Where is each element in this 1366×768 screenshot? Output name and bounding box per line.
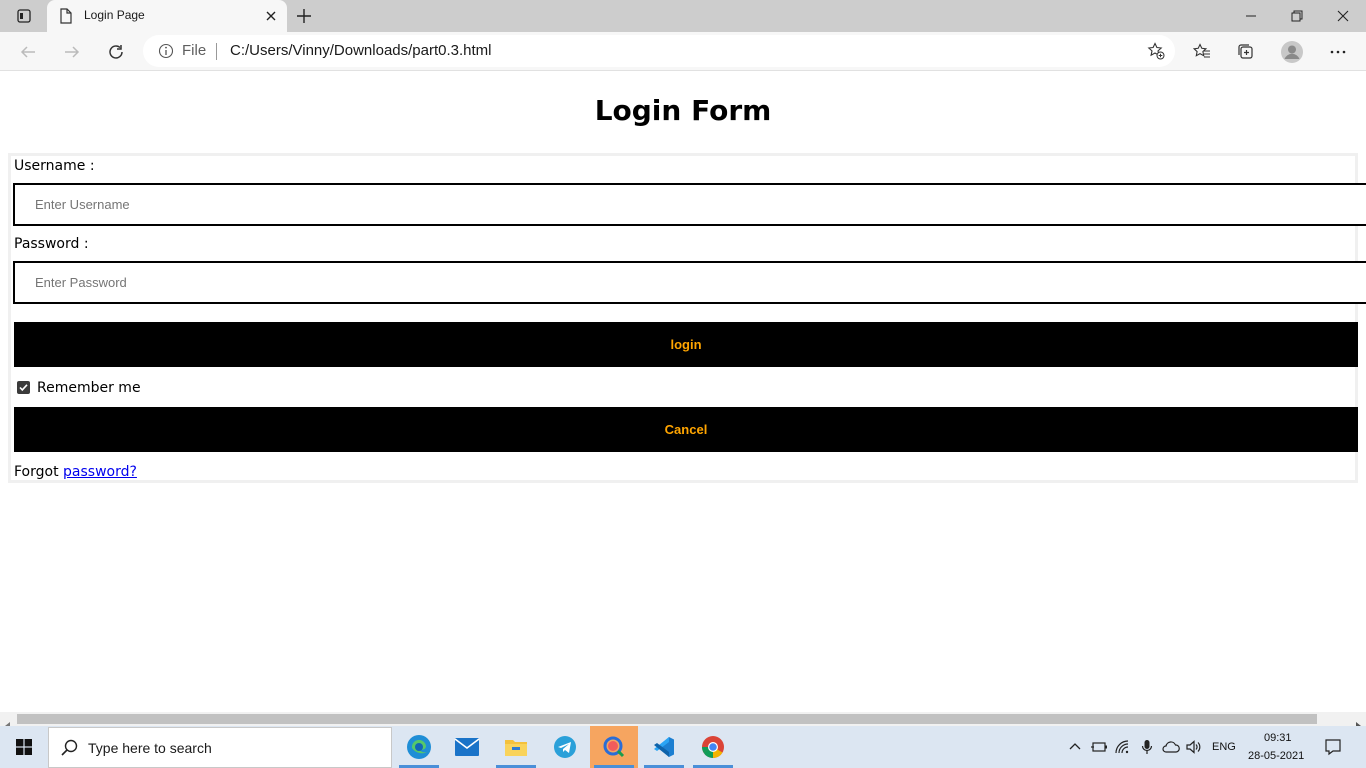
wifi-icon[interactable]	[1114, 738, 1132, 756]
restore-icon[interactable]	[1274, 0, 1320, 32]
search-icon	[61, 739, 79, 757]
input-language[interactable]: ENG	[1212, 741, 1236, 753]
file-explorer-icon[interactable]	[492, 726, 540, 768]
collections-icon[interactable]	[1234, 40, 1258, 64]
taskbar: Type here to search ENG 09:31 28-05-2021	[0, 726, 1366, 768]
cancel-button[interactable]: Cancel	[14, 407, 1358, 452]
browser-toolbar: File C:/Users/Vinny/Downloads/part0.3.ht…	[0, 32, 1366, 71]
tab-title: Login Page	[84, 8, 145, 22]
page-viewport: Login Form Username : Password : login R…	[0, 71, 1366, 712]
more-menu-icon[interactable]	[1326, 40, 1350, 64]
tab-strip: Login Page	[0, 0, 1366, 32]
password-label: Password :	[14, 236, 89, 252]
telegram-icon[interactable]	[541, 726, 589, 768]
browser-tab[interactable]: Login Page	[47, 0, 287, 32]
refresh-icon[interactable]	[104, 40, 128, 64]
page-icon	[59, 8, 73, 24]
forward-icon[interactable]	[60, 40, 84, 64]
add-favorite-icon[interactable]	[1147, 42, 1165, 60]
mail-icon[interactable]	[443, 726, 491, 768]
username-input[interactable]	[13, 183, 1366, 226]
remember-me-checkbox[interactable]	[17, 381, 30, 394]
chrome-icon[interactable]	[689, 726, 737, 768]
edge-icon[interactable]	[395, 726, 443, 768]
info-icon[interactable]	[158, 43, 174, 59]
horizontal-scrollbar[interactable]	[0, 712, 1366, 730]
search-placeholder: Type here to search	[88, 740, 212, 756]
close-tab-icon[interactable]	[263, 8, 279, 24]
forgot-password-link[interactable]: password?	[63, 464, 137, 480]
address-divider	[216, 43, 217, 60]
onedrive-icon[interactable]	[1162, 738, 1180, 756]
username-label: Username :	[14, 158, 95, 174]
back-icon[interactable]	[16, 40, 40, 64]
profile-avatar-icon[interactable]	[1280, 40, 1304, 64]
forgot-prefix: Forgot	[14, 464, 59, 480]
password-input[interactable]	[13, 261, 1366, 304]
scrollbar-thumb[interactable]	[17, 714, 1317, 724]
close-window-icon[interactable]	[1320, 0, 1366, 32]
show-hidden-icons-icon[interactable]	[1066, 738, 1084, 756]
scroll-right-icon[interactable]	[1354, 715, 1362, 730]
vscode-icon[interactable]	[640, 726, 688, 768]
snip-icon[interactable]	[590, 726, 638, 768]
url-text[interactable]: C:/Users/Vinny/Downloads/part0.3.html	[230, 42, 492, 59]
remember-me-label[interactable]: Remember me	[37, 380, 141, 396]
microphone-icon[interactable]	[1138, 738, 1156, 756]
clock-time[interactable]: 09:31	[1264, 732, 1292, 744]
taskbar-search[interactable]: Type here to search	[48, 727, 392, 768]
windows-start-icon[interactable]	[0, 726, 48, 768]
scheme-label: File	[182, 42, 207, 59]
forgot-password-text: Forgot password?	[14, 464, 137, 480]
notifications-icon[interactable]	[1324, 738, 1342, 756]
page-title: Login Form	[594, 94, 772, 127]
battery-icon[interactable]	[1090, 738, 1108, 756]
login-form: Username : Password : login Remember me …	[8, 153, 1366, 483]
address-bar[interactable]: File C:/Users/Vinny/Downloads/part0.3.ht…	[143, 35, 1175, 67]
scroll-left-icon[interactable]	[4, 715, 12, 730]
login-button[interactable]: login	[14, 322, 1358, 367]
clock-date[interactable]: 28-05-2021	[1248, 750, 1304, 762]
tab-actions-icon[interactable]	[8, 6, 40, 26]
volume-icon[interactable]	[1185, 738, 1203, 756]
new-tab-icon[interactable]	[294, 6, 314, 26]
favorites-icon[interactable]	[1190, 40, 1214, 64]
minimize-icon[interactable]	[1228, 0, 1274, 32]
